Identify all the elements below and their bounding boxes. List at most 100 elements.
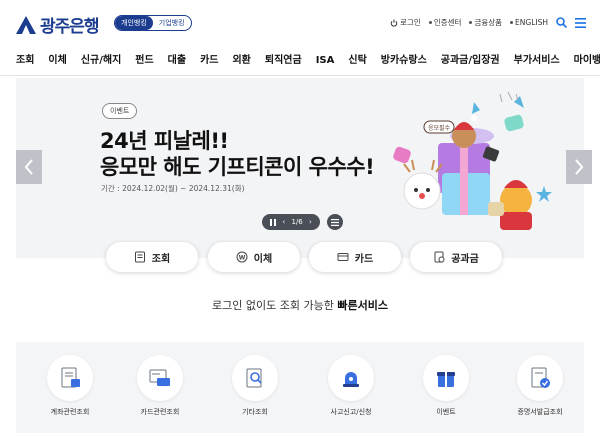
lion-head (500, 184, 532, 216)
gift-ribbon (460, 143, 468, 215)
utility-menu: 로그인 인증센터 금융상품 ENGLISH (390, 17, 586, 28)
service-incident-report[interactable]: 사고신고/신청 (321, 355, 381, 417)
antlers (403, 159, 443, 173)
nav-item-mybanking[interactable]: 마이뱅킹관리 (574, 46, 600, 76)
sign-text: 응모필수 (428, 125, 451, 132)
service-account-inquiry[interactable]: 계좌관련조회 (40, 355, 100, 417)
nav-item-extra-services[interactable]: 부가서비스 (514, 46, 560, 76)
login-link[interactable]: 로그인 (390, 17, 421, 28)
service-label: 이벤트 (436, 408, 456, 416)
nav-item-forex[interactable]: 외환 (232, 46, 250, 76)
quick-service-heading-prefix: 로그인 없이도 조회 가능한 (212, 299, 338, 312)
service-label: 계좌관련조회 (50, 408, 90, 416)
nav-item-fund[interactable]: 펀드 (135, 46, 153, 76)
corporate-banking-tab[interactable]: 기업뱅킹 (153, 16, 191, 30)
chevron-right-icon (575, 159, 584, 175)
small-gift-box (504, 114, 524, 132)
banner-list-button[interactable] (327, 214, 343, 230)
nav-item-loan[interactable]: 대출 (168, 46, 186, 76)
list-icon (331, 218, 339, 226)
quick-inquiry-label: 조회 (151, 253, 171, 265)
pause-icon[interactable] (270, 218, 277, 226)
nav-item-isa[interactable]: ISA (316, 46, 335, 76)
english-label: ENGLISH (515, 18, 548, 27)
banner-title-line2: 응모만 해도 기프티콘이 우수수! (100, 155, 375, 179)
nav-item-inquiry[interactable]: 조회 (16, 46, 34, 76)
banner-prev-button[interactable] (16, 150, 42, 184)
main-navigation: 조회 이체 신규/해지 펀드 대출 카드 외환 퇴직연금 ISA 신탁 방카슈랑… (0, 46, 600, 76)
logo[interactable]: 광주은행 (16, 12, 100, 37)
svg-text:W: W (238, 255, 245, 262)
products-label: 금융상품 (474, 18, 503, 27)
personal-banking-tab[interactable]: 개인뱅킹 (115, 16, 153, 30)
service-label: 사고신고/신청 (330, 408, 372, 416)
quick-utility-bill-button[interactable]: 공과금 (410, 242, 502, 272)
bank-logo-icon (16, 15, 36, 34)
cert-center-link[interactable]: 인증센터 (428, 17, 462, 28)
santa-hat (504, 180, 528, 188)
english-link[interactable]: ENGLISH (510, 18, 548, 27)
service-icon-circle (47, 355, 93, 401)
login-label: 로그인 (400, 18, 421, 27)
banner-next-button[interactable] (566, 150, 592, 184)
logo-text: 광주은행 (40, 17, 100, 37)
quick-card-label: 카드 (354, 253, 374, 265)
won-transfer-icon: W (236, 251, 248, 263)
nav-item-utility-bills[interactable]: 공과금/입장권 (441, 46, 500, 76)
quick-service-heading: 로그인 없이도 조회 가능한 빠른서비스 (0, 297, 600, 313)
confetti-shape (514, 96, 524, 108)
nav-item-trust[interactable]: 신탁 (348, 46, 366, 76)
pager-count: 1/6 (291, 218, 303, 226)
lion-body (500, 212, 532, 230)
service-icon-circle (517, 355, 563, 401)
banner-period: 기간 : 2024.12.02(월) ~ 2024.12.31(화) (101, 184, 245, 193)
account-inquiry-icon (61, 367, 80, 388)
service-icon-circle (137, 355, 183, 401)
bill-icon (434, 251, 445, 263)
eye (414, 188, 418, 192)
nav-item-open-close[interactable]: 신규/해지 (81, 46, 121, 76)
nav-item-pension[interactable]: 퇴직연금 (265, 46, 302, 76)
power-icon (390, 19, 398, 27)
nav-item-card[interactable]: 카드 (200, 46, 218, 76)
nav-item-transfer[interactable]: 이체 (48, 46, 66, 76)
service-card-inquiry[interactable]: 카드관련조회 (130, 355, 190, 417)
confetti-line (499, 93, 503, 103)
quick-inquiry-button[interactable]: 조회 (106, 242, 198, 272)
products-link[interactable]: 금융상품 (469, 17, 502, 28)
sparkle-star (536, 186, 552, 202)
service-label: 기타조회 (242, 408, 268, 416)
service-icon-circle (328, 355, 374, 401)
quick-utility-bill-label: 공과금 (451, 253, 479, 265)
document-icon (134, 251, 145, 263)
service-icon-circle (423, 355, 469, 401)
magnifier-document-icon (246, 368, 262, 388)
small-gift-box (393, 146, 411, 164)
red-nose (419, 193, 425, 199)
bank-type-toggle: 개인뱅킹 기업뱅킹 (114, 15, 192, 31)
quick-service-panel (16, 342, 584, 433)
confetti-line (507, 91, 513, 101)
header: 광주은행 개인뱅킹 기업뱅킹 로그인 인증센터 금융상품 ENGLISH (0, 0, 600, 46)
pager-prev-icon[interactable]: ‹ (282, 218, 285, 226)
service-label: 증명서발급조회 (517, 408, 563, 416)
hamburger-menu-icon[interactable] (575, 17, 586, 28)
quick-card-button[interactable]: 카드 (309, 242, 401, 272)
hat-pompom (471, 115, 477, 121)
siren-icon (343, 372, 359, 387)
nav-item-bancassurance[interactable]: 방카슈랑스 (381, 46, 427, 76)
small-gift-box (488, 202, 504, 216)
quick-transfer-button[interactable]: W 이체 (208, 242, 300, 272)
quick-service-heading-bold: 빠른서비스 (337, 299, 388, 312)
gift-icon (437, 372, 455, 387)
service-certificate[interactable]: 증명서발급조회 (510, 355, 570, 417)
event-badge: 이벤트 (102, 103, 138, 119)
pager-next-icon[interactable]: › (309, 218, 312, 226)
eye (426, 188, 430, 192)
service-other-inquiry[interactable]: 기타조회 (225, 355, 285, 417)
cert-center-label: 인증센터 (433, 18, 462, 27)
search-icon[interactable] (556, 17, 567, 28)
bullet-icon (428, 21, 432, 24)
service-icon-circle (232, 355, 278, 401)
service-event[interactable]: 이벤트 (416, 355, 476, 417)
